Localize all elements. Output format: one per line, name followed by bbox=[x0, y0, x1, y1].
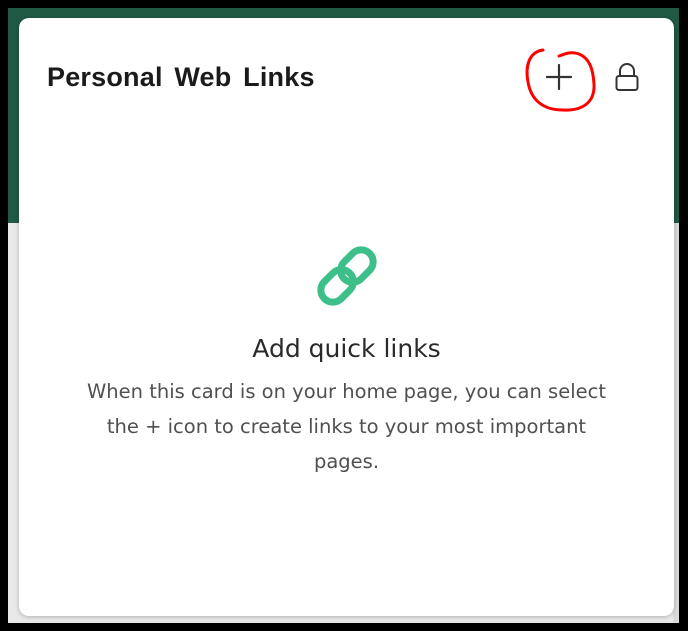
lock-icon bbox=[615, 63, 639, 91]
plus-icon bbox=[545, 63, 573, 91]
card-title: Personal Web Links bbox=[47, 62, 315, 92]
link-icon bbox=[316, 246, 377, 306]
personal-web-links-card: Personal Web Links Add quick links When … bbox=[19, 18, 674, 616]
lock-button[interactable] bbox=[609, 58, 645, 96]
empty-state: Add quick links When this card is on you… bbox=[19, 240, 674, 479]
empty-state-description: When this card is on your home page, you… bbox=[87, 380, 606, 473]
add-link-button[interactable] bbox=[539, 56, 579, 98]
empty-state-heading: Add quick links bbox=[252, 334, 441, 363]
screenshot-frame: Personal Web Links Add quick links When … bbox=[8, 8, 679, 623]
